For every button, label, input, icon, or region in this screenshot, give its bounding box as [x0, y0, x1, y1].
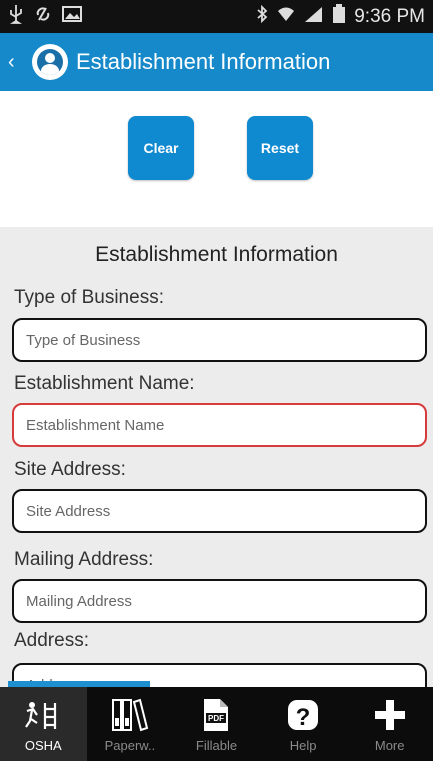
action-bar: ‹ Establishment Information [0, 33, 433, 91]
osha-icon [23, 698, 63, 732]
establishment-name-label: Establishment Name: [14, 373, 195, 394]
usb-icon [8, 4, 24, 30]
tab-fillable[interactable]: PDF Fillable [173, 687, 260, 761]
bottom-tab-bar: OSHA Paperw.. PDF Fillable ? Help More [0, 687, 433, 761]
form-heading: Establishment Information [95, 243, 338, 266]
status-right-icons: 9:36 PM [256, 3, 425, 30]
tab-more-label: More [374, 738, 405, 753]
tab-osha-label: OSHA [24, 738, 62, 753]
mailing-address-input[interactable] [12, 579, 427, 623]
plus-icon [373, 698, 407, 732]
type-of-business-input[interactable] [12, 318, 427, 362]
tab-more[interactable]: More [346, 687, 433, 761]
clear-button[interactable]: Clear [128, 116, 194, 180]
tab-help-label: Help [289, 738, 317, 753]
tab-help[interactable]: ? Help [260, 687, 347, 761]
tab-paperwork[interactable]: Paperw.. [87, 687, 174, 761]
svg-text:?: ? [296, 704, 311, 731]
sync-icon [34, 5, 52, 29]
svg-text:PDF: PDF [208, 714, 224, 723]
type-of-business-label: Type of Business: [14, 287, 164, 308]
wifi-icon [276, 5, 296, 29]
site-address-input[interactable] [12, 489, 427, 533]
page-title: Establishment Information [76, 49, 331, 74]
mailing-address-label: Mailing Address: [14, 549, 154, 570]
app-logo-icon[interactable] [32, 44, 68, 80]
button-area: Clear Reset [0, 91, 433, 227]
books-icon [110, 698, 150, 732]
status-bar: 9:36 PM [0, 0, 433, 33]
pdf-icon: PDF [200, 698, 232, 732]
tab-paperwork-label: Paperw.. [104, 738, 156, 753]
tab-fillable-label: Fillable [195, 738, 238, 753]
reset-button[interactable]: Reset [247, 116, 313, 180]
help-icon: ? [286, 698, 320, 732]
establishment-form: Establishment Information Type of Busine… [0, 227, 433, 687]
tab-osha[interactable]: OSHA [0, 687, 87, 761]
status-left-icons [8, 4, 82, 30]
back-icon[interactable]: ‹ [8, 51, 22, 74]
site-address-label: Site Address: [14, 459, 126, 480]
bluetooth-icon [256, 4, 268, 29]
establishment-name-input[interactable] [12, 403, 427, 447]
address-label: Address: [14, 630, 89, 651]
signal-icon [304, 5, 324, 29]
status-time: 9:36 PM [354, 5, 425, 27]
image-icon [62, 5, 82, 29]
battery-icon [332, 3, 346, 30]
